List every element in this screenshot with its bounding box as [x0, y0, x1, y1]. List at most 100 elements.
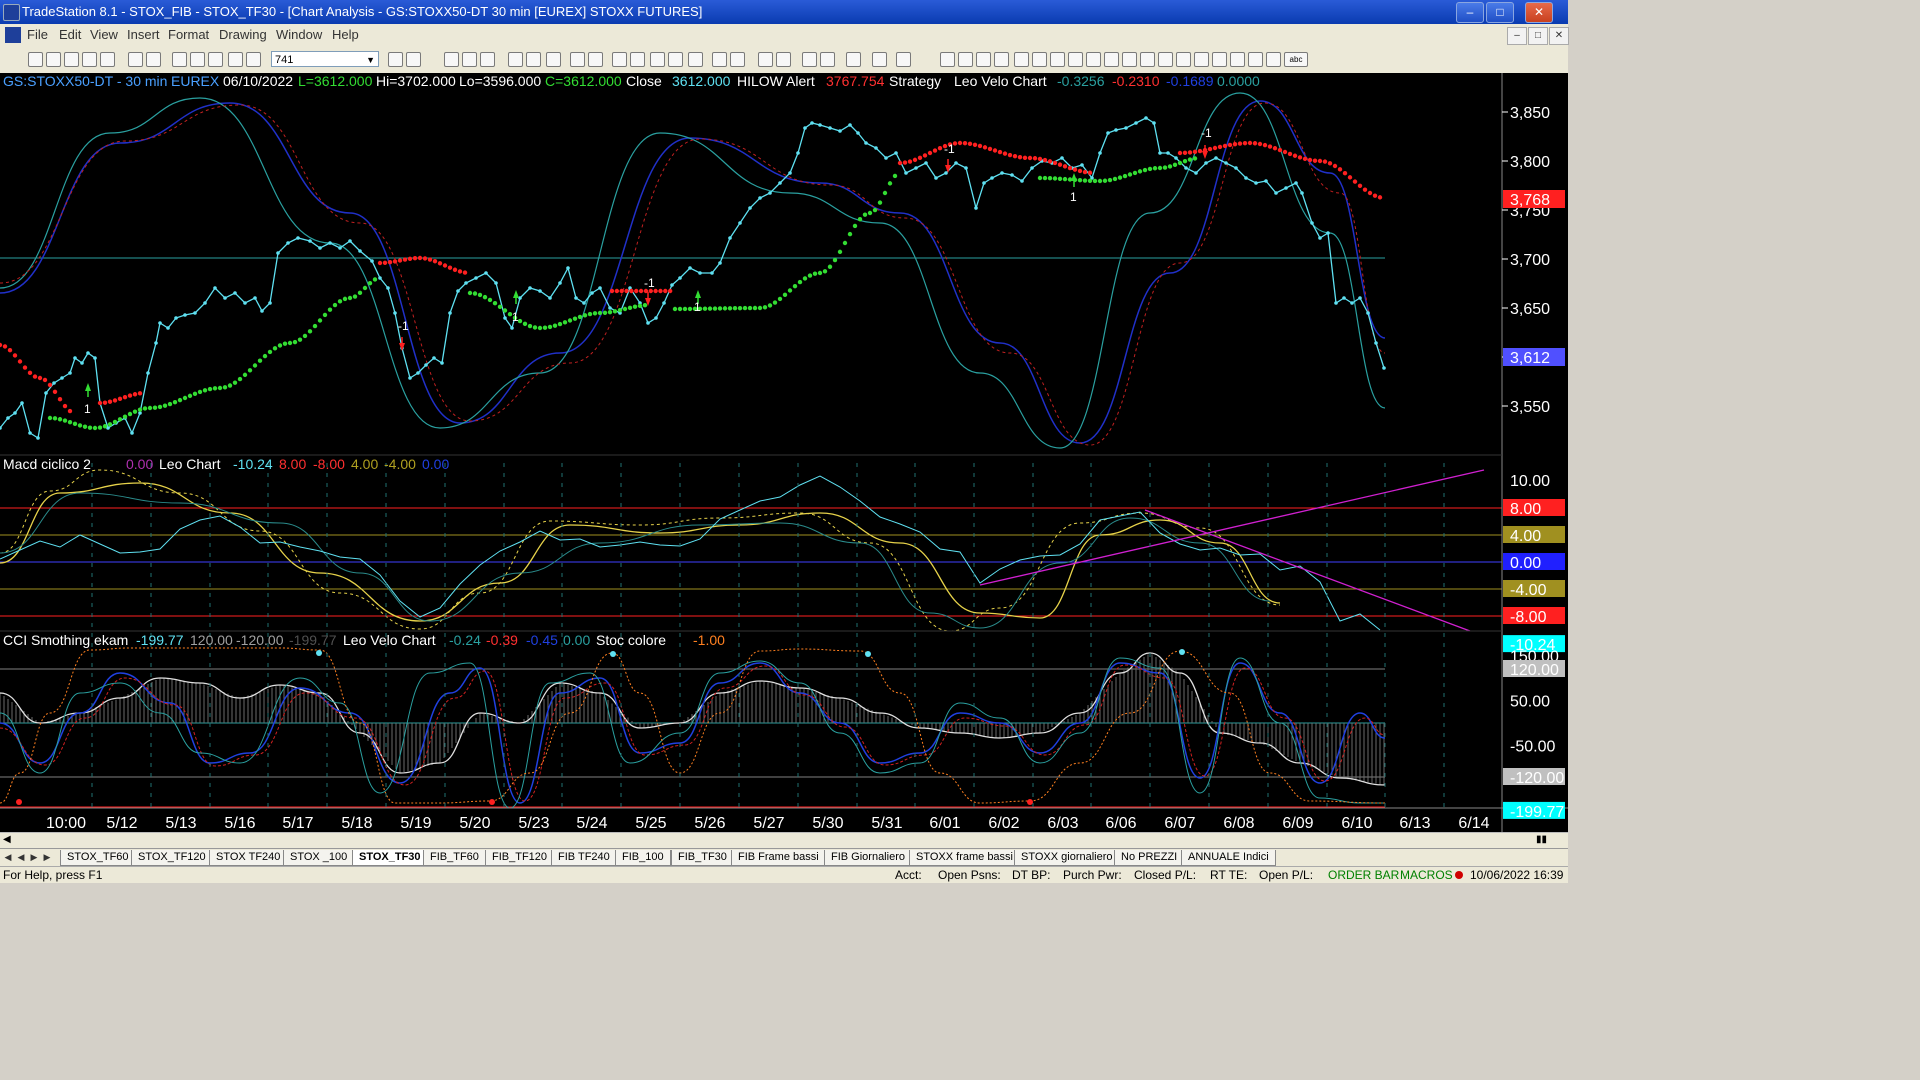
- crosshair-icon[interactable]: [820, 52, 835, 67]
- menu-file[interactable]: File: [27, 27, 48, 42]
- tab-fib-tf120[interactable]: FIB_TF120: [485, 850, 555, 866]
- time-zone-icon[interactable]: [1104, 52, 1119, 67]
- fib-icon[interactable]: [994, 52, 1009, 67]
- regression-icon[interactable]: [1068, 52, 1083, 67]
- scan-icon[interactable]: [630, 52, 645, 67]
- fan-icon[interactable]: [1158, 52, 1173, 67]
- tab-stoxx-giornaliero[interactable]: STOXX giornaliero: [1014, 850, 1120, 866]
- speed-lines-icon[interactable]: [1086, 52, 1101, 67]
- tab-stox-tf30[interactable]: STOX_TF30: [352, 850, 428, 866]
- menu-window[interactable]: Window: [276, 27, 322, 42]
- checkmark-icon[interactable]: [1194, 52, 1209, 67]
- tab-stox-tf240[interactable]: STOX TF240: [209, 850, 288, 866]
- tab-first-icon[interactable]: ◀: [3, 851, 13, 864]
- tab-last-icon[interactable]: ▶: [42, 851, 52, 864]
- matrix-icon[interactable]: [650, 52, 665, 67]
- tab-prev-icon[interactable]: ◀: [16, 851, 26, 864]
- scroll-right-icon[interactable]: [730, 52, 745, 67]
- macros-button[interactable]: MACROS: [1400, 867, 1453, 883]
- channel-icon[interactable]: [1050, 52, 1065, 67]
- close-button[interactable]: ✕: [1525, 2, 1553, 23]
- lock-icon[interactable]: [208, 52, 223, 67]
- tab-fib-giornaliero[interactable]: FIB Giornaliero: [824, 850, 912, 866]
- mdi-restore-button[interactable]: □: [1528, 27, 1548, 45]
- tab-annuale-indici[interactable]: ANNUALE Indici: [1181, 850, 1276, 866]
- save-all-icon[interactable]: [82, 52, 97, 67]
- histogram-icon[interactable]: [688, 52, 703, 67]
- scroll-left-arrow-icon[interactable]: ◀: [3, 834, 11, 845]
- mdi-close-button[interactable]: ✕: [1549, 27, 1569, 45]
- tab-stox-tf60[interactable]: STOX_TF60: [60, 850, 136, 866]
- arrow-right-icon[interactable]: [388, 52, 403, 67]
- cursor-icon[interactable]: [802, 52, 817, 67]
- tab-no-prezzi[interactable]: No PREZZI: [1114, 850, 1185, 866]
- radar-icon[interactable]: [612, 52, 627, 67]
- minimize-button[interactable]: –: [1456, 2, 1484, 23]
- tab-fib-100[interactable]: FIB_100: [615, 850, 671, 866]
- andrews-icon[interactable]: [1014, 52, 1029, 67]
- horizontal-scrollbar[interactable]: ◀ ▮▮: [0, 832, 1568, 849]
- trendline-icon[interactable]: [940, 52, 955, 67]
- tab-fib-tf60[interactable]: FIB_TF60: [423, 850, 486, 866]
- chart-icon[interactable]: [444, 52, 459, 67]
- cut-icon[interactable]: [172, 52, 187, 67]
- tab-fib-tf240[interactable]: FIB TF240: [551, 850, 617, 866]
- arrow-up-icon[interactable]: [1230, 52, 1245, 67]
- tab-fib-frame-bassi[interactable]: FIB Frame bassi: [731, 850, 826, 866]
- chart-area[interactable]: 1 -1 1 -1 1 -1 1 -1 10:00 5/12 5/13 5/16 5/17 5/18 5/…: [0, 73, 1568, 832]
- hilow-red-dot: [992, 148, 998, 153]
- strategy-icon[interactable]: [546, 52, 561, 67]
- misc-icon[interactable]: [896, 52, 911, 67]
- bars-icon[interactable]: [668, 52, 683, 67]
- format-icon[interactable]: [406, 52, 421, 67]
- menu-help[interactable]: Help: [332, 27, 359, 42]
- save-icon[interactable]: [64, 52, 79, 67]
- new-icon[interactable]: [28, 52, 43, 67]
- tab-stoxx-frame-bassi[interactable]: STOXX frame bassi: [909, 850, 1020, 866]
- price-point: [728, 236, 732, 240]
- rectangle-icon[interactable]: [1266, 52, 1281, 67]
- window-icon[interactable]: [480, 52, 495, 67]
- horizontal-line-icon[interactable]: [958, 52, 973, 67]
- menu-format[interactable]: Format: [168, 27, 209, 42]
- open-icon[interactable]: [46, 52, 61, 67]
- pencil-icon[interactable]: [1176, 52, 1191, 67]
- tab-stox-100[interactable]: STOX _100: [283, 850, 355, 866]
- menu-drawing[interactable]: Drawing: [219, 27, 267, 42]
- refresh-icon[interactable]: [570, 52, 585, 67]
- scroll-thumb-icon[interactable]: ▮▮: [1536, 834, 1547, 845]
- mdi-minimize-button[interactable]: –: [1507, 27, 1527, 45]
- sync-icon[interactable]: [588, 52, 603, 67]
- menu-view[interactable]: View: [90, 27, 118, 42]
- arrow-down-icon[interactable]: [1212, 52, 1227, 67]
- maximize-button[interactable]: □: [1486, 2, 1514, 23]
- table-icon[interactable]: [462, 52, 477, 67]
- indicator-icon[interactable]: [526, 52, 541, 67]
- hammer-icon[interactable]: [846, 52, 861, 67]
- network-icon[interactable]: [246, 52, 261, 67]
- copy-icon[interactable]: [190, 52, 205, 67]
- grid-icon[interactable]: [872, 52, 887, 67]
- menu-insert[interactable]: Insert: [127, 27, 160, 42]
- text-icon[interactable]: abc: [1284, 52, 1308, 67]
- menu-edit[interactable]: Edit: [59, 27, 81, 42]
- tab-fib-tf30[interactable]: FIB_TF30: [671, 850, 734, 866]
- link-icon[interactable]: [508, 52, 523, 67]
- cycle-icon[interactable]: [1122, 52, 1137, 67]
- print-icon[interactable]: [128, 52, 143, 67]
- ellipse-icon[interactable]: [1248, 52, 1263, 67]
- workspace-icon[interactable]: [100, 52, 115, 67]
- scroll-left-icon[interactable]: [712, 52, 727, 67]
- zoom-in-icon[interactable]: [758, 52, 773, 67]
- tab-stox-tf120[interactable]: STOX_TF120: [131, 850, 213, 866]
- interval-combobox[interactable]: 741 ▼: [271, 51, 379, 67]
- print-preview-icon[interactable]: [146, 52, 161, 67]
- arc-icon[interactable]: [1140, 52, 1155, 67]
- chart-svg[interactable]: 1 -1 1 -1 1 -1 1 -1 10:00 5/12 5/13 5/16 5/17 5/18 5/…: [0, 73, 1568, 832]
- order-bar-button[interactable]: ORDER BAR: [1328, 867, 1399, 883]
- gann-icon[interactable]: [1032, 52, 1047, 67]
- zoom-out-icon[interactable]: [776, 52, 791, 67]
- vertical-line-icon[interactable]: [976, 52, 991, 67]
- tab-next-icon[interactable]: ▶: [29, 851, 39, 864]
- tool-icon[interactable]: [228, 52, 243, 67]
